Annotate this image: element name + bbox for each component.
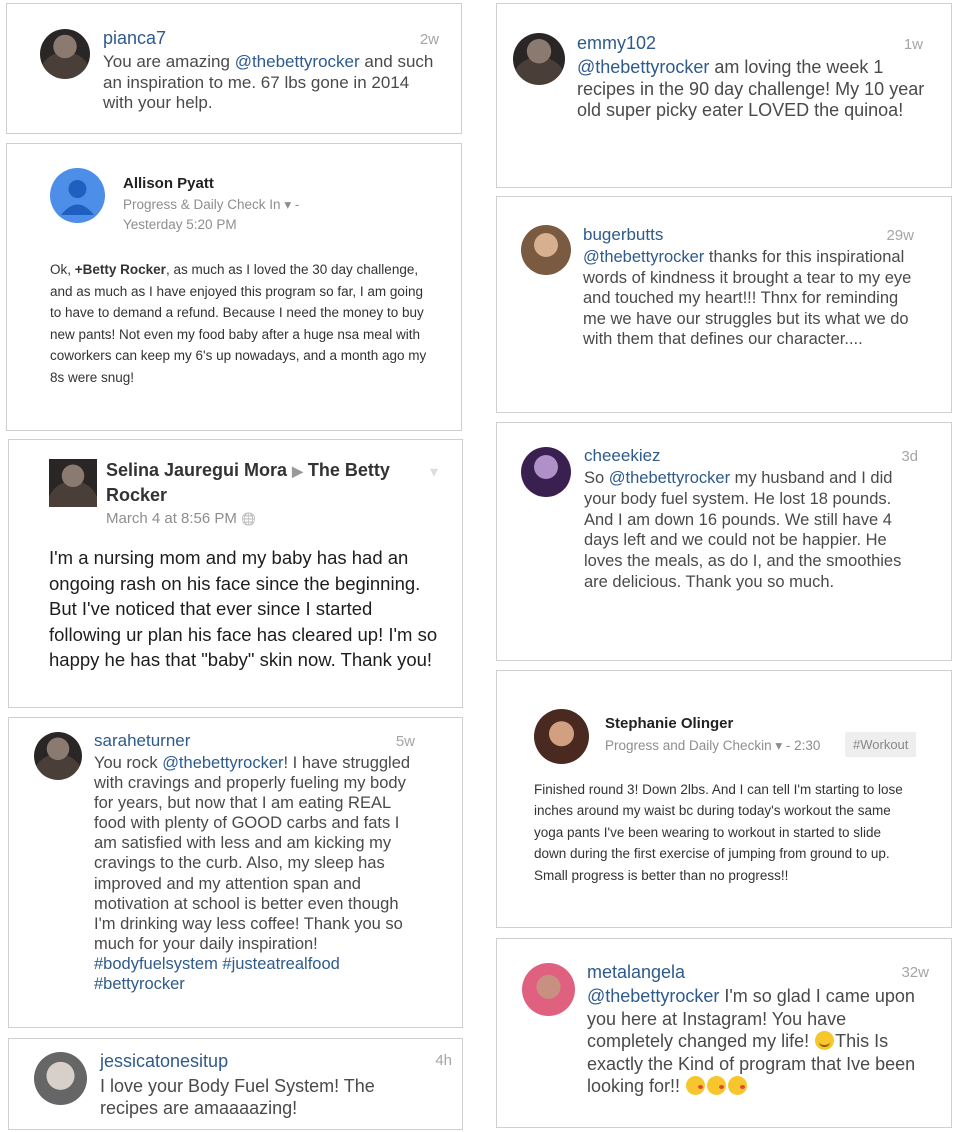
username-link[interactable]: cheeekiez: [584, 446, 661, 466]
mention-link[interactable]: @thebettyrocker: [583, 248, 704, 266]
avatar[interactable]: [521, 447, 571, 497]
comment-text-part: my husband and I did your body fuel syst…: [584, 469, 902, 591]
username-link[interactable]: emmy102: [577, 33, 656, 54]
comment-text-part: So: [584, 469, 609, 487]
community-link[interactable]: Progress & Daily Check In: [123, 197, 281, 212]
timestamp: 4h: [435, 1052, 452, 1069]
post-menu-icon[interactable]: ▾: [430, 462, 438, 482]
comment-card-jessica: jessicatonesitup 4h I love your Body Fue…: [8, 1038, 463, 1130]
timestamp[interactable]: - 2:30: [786, 738, 821, 753]
timestamp: 29w: [886, 227, 914, 244]
comment-text: @thebettyrocker am loving the week 1 rec…: [577, 57, 932, 122]
timestamp[interactable]: March 4 at 8:56 PM: [106, 510, 237, 527]
comment-text-part: You are amazing: [103, 52, 235, 71]
username-link[interactable]: pianca7: [103, 28, 166, 49]
post-meta: March 4 at 8:56 PM 🌐: [106, 510, 256, 527]
timestamp: 32w: [901, 964, 929, 981]
post-meta: Progress and Daily Checkin ▾ - 2:30: [605, 738, 820, 754]
comment-card-buger: bugerbutts 29w @thebettyrocker thanks fo…: [496, 196, 952, 413]
timestamp: 2w: [419, 31, 439, 48]
avatar[interactable]: [40, 29, 90, 79]
arrow-right-icon: ▶: [292, 463, 303, 479]
blush-emoji-icon: [815, 1031, 835, 1050]
comment-text-part: ! I have struggled with cravings and pro…: [94, 754, 411, 953]
username-link[interactable]: metalangela: [587, 962, 685, 983]
post-meta: Progress & Daily Check In ▾ -: [123, 197, 299, 213]
avatar[interactable]: [513, 33, 565, 85]
username-link[interactable]: saraheturner: [94, 731, 190, 751]
comment-text-part: You rock: [94, 754, 163, 772]
timestamp: 3d: [901, 448, 918, 465]
post-text: Ok, +Betty Rocker, as much as I loved th…: [50, 259, 430, 389]
avatar[interactable]: [34, 1052, 87, 1105]
mention-link[interactable]: @thebettyrocker: [587, 986, 719, 1006]
comment-card-pianca7: pianca7 2w You are amazing @thebettyrock…: [6, 3, 462, 134]
post-text-part: Ok,: [50, 262, 75, 277]
author-link[interactable]: Selina Jauregui Mora: [106, 460, 287, 480]
community-link[interactable]: Progress and Daily Checkin: [605, 738, 772, 753]
kiss-emoji-icon: [686, 1076, 706, 1095]
avatar[interactable]: [522, 963, 575, 1016]
comment-text: You rock @thebettyrocker! I have struggl…: [94, 753, 424, 994]
comment-card-cheeek: cheeekiez 3d So @thebettyrocker my husba…: [496, 422, 952, 661]
comment-text: @thebettyrocker thanks for this inspirat…: [583, 247, 923, 350]
avatar[interactable]: [34, 732, 82, 780]
avatar[interactable]: [49, 459, 97, 507]
timestamp[interactable]: Yesterday 5:20 PM: [123, 217, 237, 232]
kiss-emoji-icon: [728, 1076, 748, 1095]
kiss-emoji-icon: [707, 1076, 727, 1095]
comment-card-selina: Selina Jauregui Mora ▶ The Betty Rocker …: [8, 439, 463, 708]
mention-link[interactable]: @thebettyrocker: [577, 57, 709, 77]
author-name[interactable]: Stephanie Olinger: [605, 715, 733, 732]
comment-card-sarah: saraheturner 5w You rock @thebettyrocker…: [8, 717, 463, 1028]
username-link[interactable]: bugerbutts: [583, 225, 663, 245]
chevron-down-icon[interactable]: ▾: [775, 738, 782, 753]
plus-mention[interactable]: +Betty Rocker: [75, 262, 166, 277]
post-text-part: , as much as I loved the 30 day challeng…: [50, 262, 427, 385]
author-name: Selina Jauregui Mora ▶ The Betty Rocker: [106, 458, 406, 507]
timestamp: 1w: [903, 36, 923, 53]
post-text: I'm a nursing mom and my baby has had an…: [49, 547, 438, 670]
comment-text: You are amazing @thebettyrocker and such…: [103, 52, 443, 114]
mention-link[interactable]: @thebettyrocker: [162, 754, 283, 772]
comment-card-metal: metalangela 32w @thebettyrocker I'm so g…: [496, 938, 952, 1128]
comment-text: So @thebettyrocker my husband and I did …: [584, 468, 924, 593]
workout-tag[interactable]: #Workout: [845, 732, 917, 757]
comment-text: @thebettyrocker I'm so glad I came upon …: [587, 985, 927, 1098]
comment-card-stephanie: Stephanie Olinger Progress and Daily Che…: [496, 670, 952, 928]
timestamp: 5w: [395, 733, 415, 750]
username-link[interactable]: jessicatonesitup: [100, 1051, 228, 1072]
chevron-down-icon[interactable]: ▾: [284, 197, 291, 212]
comment-text: I love your Body Fuel System! The recipe…: [100, 1076, 375, 1118]
separator: -: [294, 197, 300, 212]
post-text: Finished round 3! Down 2lbs. And I can t…: [534, 782, 903, 883]
comment-card-allison: Allison Pyatt Progress & Daily Check In …: [6, 143, 462, 431]
author-name[interactable]: Allison Pyatt: [123, 175, 214, 192]
avatar[interactable]: [50, 168, 105, 223]
mention-link[interactable]: @thebettyrocker: [235, 52, 360, 71]
default-avatar-icon: [61, 180, 94, 215]
avatar[interactable]: [521, 225, 571, 275]
avatar[interactable]: [534, 709, 589, 764]
comment-card-emmy: emmy102 1w @thebettyrocker am loving the…: [496, 3, 952, 188]
hashtag-links[interactable]: #bodyfuelsystem #justeatrealfood #bettyr…: [94, 955, 340, 993]
globe-icon: 🌐: [241, 512, 257, 526]
mention-link[interactable]: @thebettyrocker: [609, 469, 730, 487]
